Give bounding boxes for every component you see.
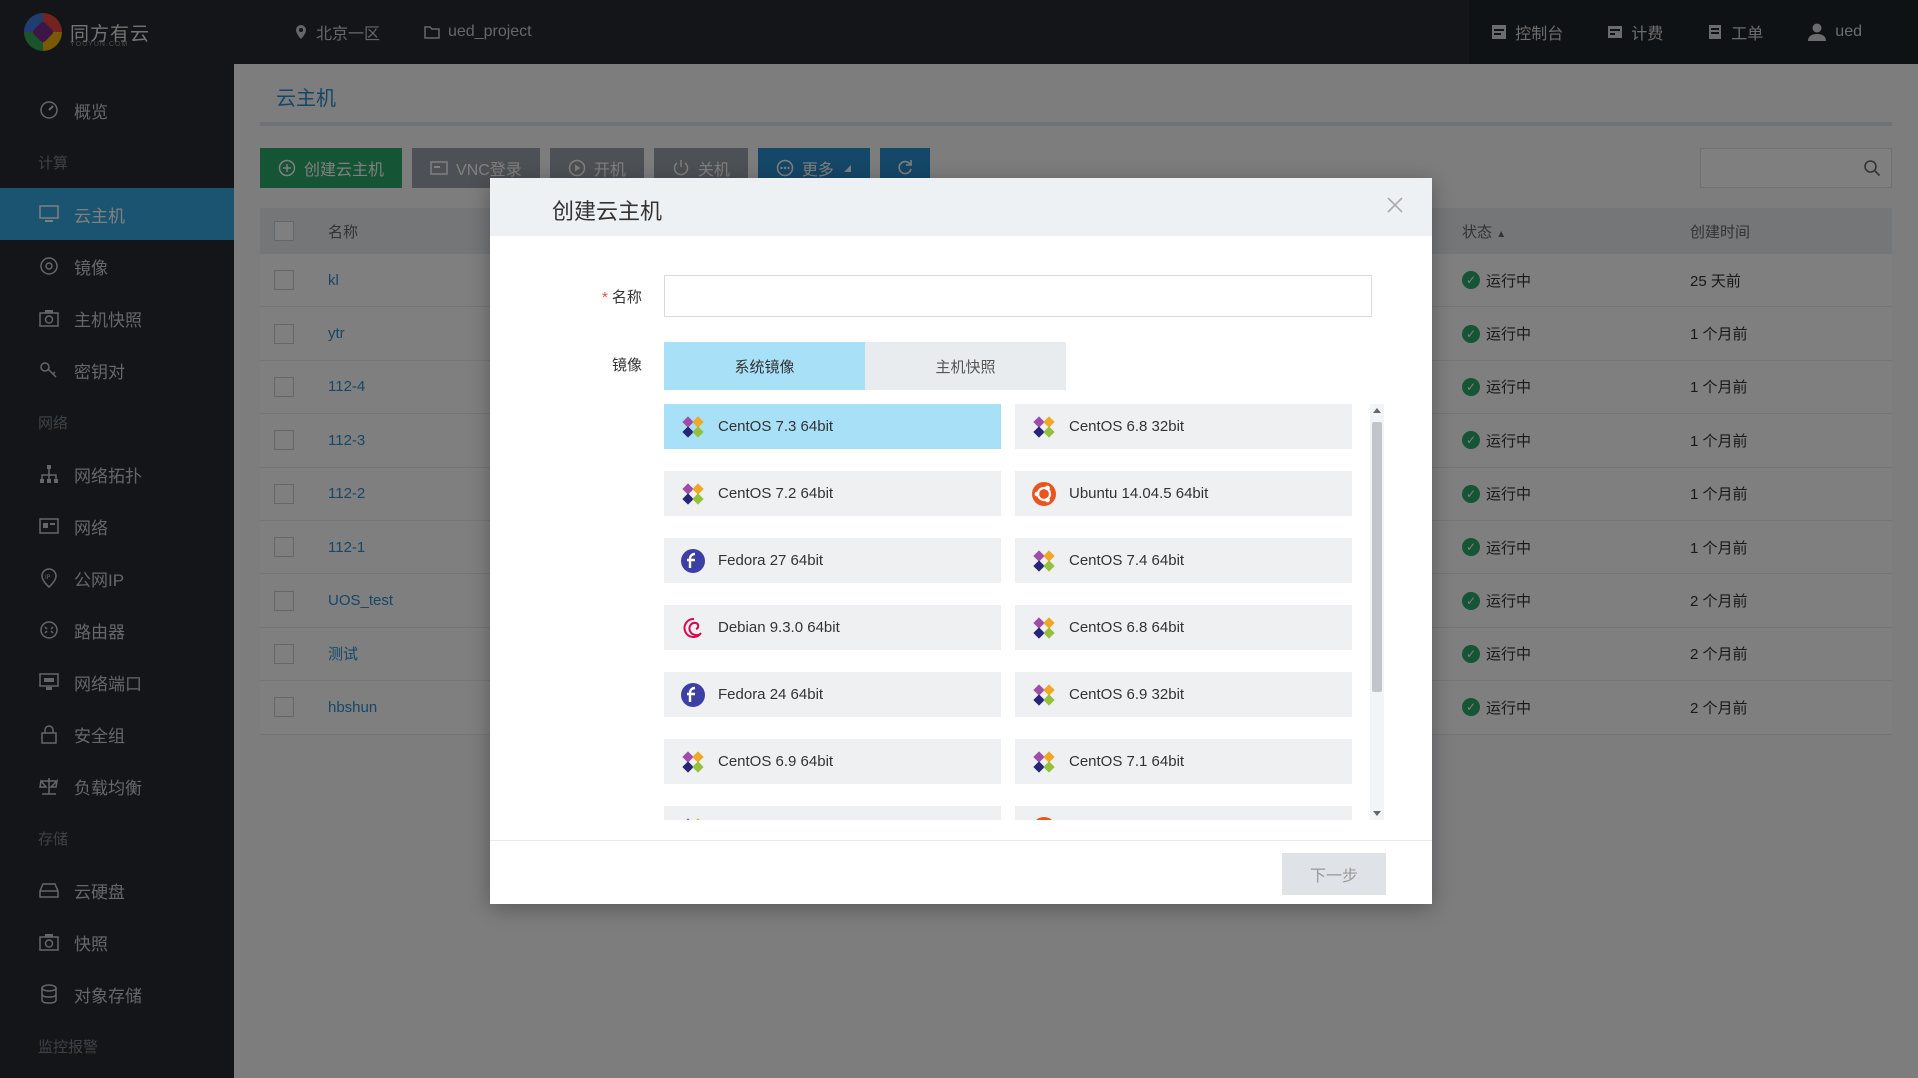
debian-logo-icon [680,615,706,641]
image-option-label: Debian 9.3.0 64bit [718,619,840,636]
dialog-footer: 下一步 [490,840,1432,904]
ubuntu-logo-icon [1031,816,1057,820]
image-option-label: CentOS 6.9 64bit [718,753,834,770]
image-option[interactable]: Ubuntu 16.04.3 64bit [1015,806,1352,820]
required-marker: * [602,289,608,306]
image-option-label: Fedora 27 64bit [718,552,824,569]
instance-name-input[interactable] [664,275,1372,317]
image-field-label: 镜像 [612,357,643,374]
image-option-label: CentOS 6.8 64bit [1069,619,1185,636]
tab-host-snapshots[interactable]: 主机快照 [865,342,1066,390]
image-option[interactable]: Ubuntu 14.04.5 64bit [1015,471,1352,516]
image-option[interactable]: Fedora 27 64bit [664,538,1001,583]
image-option[interactable]: CentOS 6.8 32bit [1015,404,1352,449]
tab-system-images[interactable]: 系统镜像 [664,342,865,390]
close-button[interactable] [1382,192,1408,218]
image-option[interactable]: CentOS 7.4 64bit [1015,538,1352,583]
image-option-label: Fedora 24 64bit [718,686,824,703]
create-instance-dialog: 创建云主机 * 名称 镜像 系统镜像 主机快照 CentOS 7.3 64bit C… [490,178,1432,904]
ubuntu-logo-icon [1031,481,1057,507]
image-option[interactable]: Debian 9.3.0 64bit [664,605,1001,650]
centos-logo-icon [1031,548,1057,574]
image-option-label: CentOS 7.2 64bit [718,485,834,502]
image-option[interactable]: CentOS 6.8 64bit [1015,605,1352,650]
image-option[interactable]: Fedora 24 64bit [664,672,1001,717]
next-step-button[interactable]: 下一步 [1282,853,1386,895]
image-list: CentOS 7.3 64bit CentOS 6.8 32bit CentOS 7… [664,404,1354,820]
close-icon [1387,197,1403,213]
image-list-scrollbar[interactable] [1370,404,1384,820]
image-option-label: CentOS 7.4 64bit [1069,552,1185,569]
centos-logo-icon [1031,682,1057,708]
image-option[interactable]: CentOS 7.2 64bit [664,471,1001,516]
image-option-label: CentOS 6.8 32bit [1069,418,1185,435]
centos-logo-icon [1031,615,1057,641]
dialog-title: 创建云主机 [552,199,663,224]
image-option[interactable]: CentOS 7.0 64bit [664,806,1001,820]
centos-logo-icon [680,816,706,820]
centos-logo-icon [680,749,706,775]
centos-logo-icon [680,481,706,507]
scroll-down-icon[interactable] [1373,811,1381,817]
fedora-logo-icon [680,682,706,708]
centos-logo-icon [1031,749,1057,775]
image-option-label: CentOS 6.9 32bit [1069,686,1185,703]
name-label-text: 名称 [611,289,642,306]
image-option[interactable]: CentOS 7.3 64bit [664,404,1001,449]
image-option-label: Ubuntu 14.04.5 64bit [1069,485,1209,502]
centos-logo-icon [1031,414,1057,440]
fedora-logo-icon [680,548,706,574]
scroll-up-icon[interactable] [1373,407,1381,413]
image-source-tabs: 系统镜像 主机快照 [664,342,1066,390]
centos-logo-icon [680,414,706,440]
image-option-label: CentOS 7.3 64bit [718,418,834,435]
image-option[interactable]: CentOS 7.1 64bit [1015,739,1352,784]
scroll-thumb[interactable] [1372,422,1382,692]
dialog-header: 创建云主机 [490,178,1432,236]
name-field-label: * 名称 [602,286,642,307]
image-option[interactable]: CentOS 6.9 32bit [1015,672,1352,717]
image-option-label: CentOS 7.1 64bit [1069,753,1185,770]
image-option[interactable]: CentOS 6.9 64bit [664,739,1001,784]
